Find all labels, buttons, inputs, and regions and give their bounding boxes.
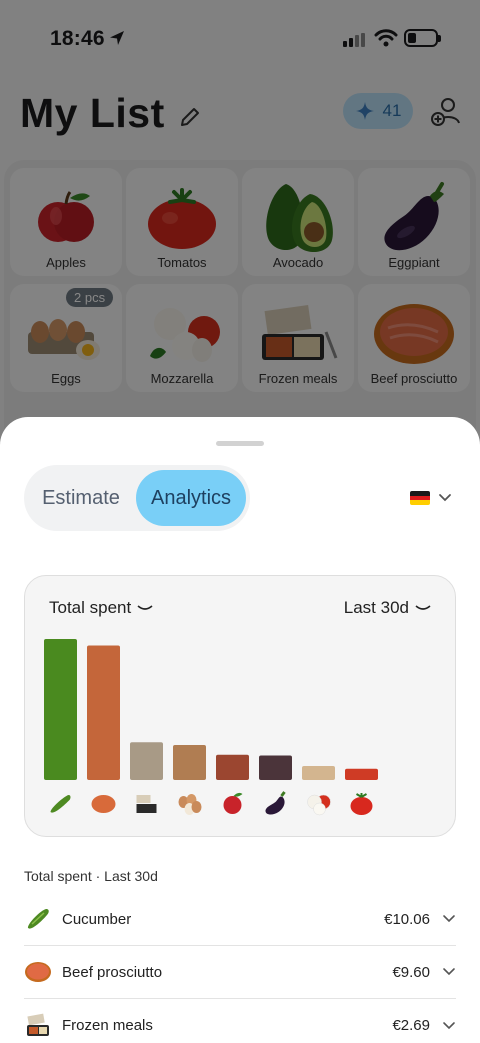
prosciutto-icon <box>25 962 51 982</box>
item-amount: €2.69 <box>392 1017 430 1034</box>
cucumber-icon <box>27 909 49 929</box>
bar-apples[interactable] <box>216 754 249 780</box>
chevron-down-icon <box>443 968 455 976</box>
chevron-down-icon[interactable] <box>438 491 452 505</box>
spending-chart-card: Total spent Last 30d <box>24 575 456 837</box>
eggs-icon <box>178 794 202 815</box>
chevron-down-icon <box>443 915 455 923</box>
mode-segmented-control: Estimate Analytics <box>24 465 250 531</box>
summary-label: Total spent · Last 30d <box>24 868 158 884</box>
bar-tomatos[interactable] <box>345 768 378 780</box>
spending-row-beef-prosciutto[interactable]: Beef prosciutto €9.60 <box>24 946 456 999</box>
item-amount: €10.06 <box>384 910 430 928</box>
bar-cucumber[interactable] <box>44 639 77 780</box>
prosciutto-icon <box>91 795 116 813</box>
germany-flag-icon[interactable] <box>410 491 430 505</box>
chevron-down-icon <box>443 1021 455 1029</box>
item-name: Cucumber <box>62 910 132 928</box>
bar-eggplant[interactable] <box>259 755 292 780</box>
item-amount: €9.60 <box>392 963 430 981</box>
spending-bar-chart <box>44 639 378 816</box>
tomato-icon <box>350 793 373 815</box>
item-name: Frozen meals <box>62 1017 153 1034</box>
spending-row-frozen-meals[interactable]: Frozen meals €2.69 <box>24 999 456 1043</box>
eggplant-icon <box>265 791 286 815</box>
bar-frozen-meals[interactable] <box>130 742 163 780</box>
bar-mozzarella[interactable] <box>302 765 335 780</box>
cucumber-icon <box>50 795 71 813</box>
tab-estimate[interactable]: Estimate <box>24 465 138 531</box>
mozzarella-icon <box>307 794 331 816</box>
bar-eggs[interactable] <box>173 744 206 780</box>
frozen-meal-icon <box>136 795 157 813</box>
bar-beef-prosciutto[interactable] <box>87 645 120 780</box>
tab-analytics[interactable]: Analytics <box>136 470 246 526</box>
analytics-sheet: Estimate Analytics Total spent Last 30d … <box>0 417 480 1043</box>
sheet-grabber[interactable] <box>216 441 264 446</box>
frozen-meal-icon <box>27 1013 49 1036</box>
apple-icon <box>223 792 243 814</box>
item-name: Beef prosciutto <box>62 963 163 981</box>
spending-row-cucumber[interactable]: Cucumber €10.06 <box>24 893 456 946</box>
